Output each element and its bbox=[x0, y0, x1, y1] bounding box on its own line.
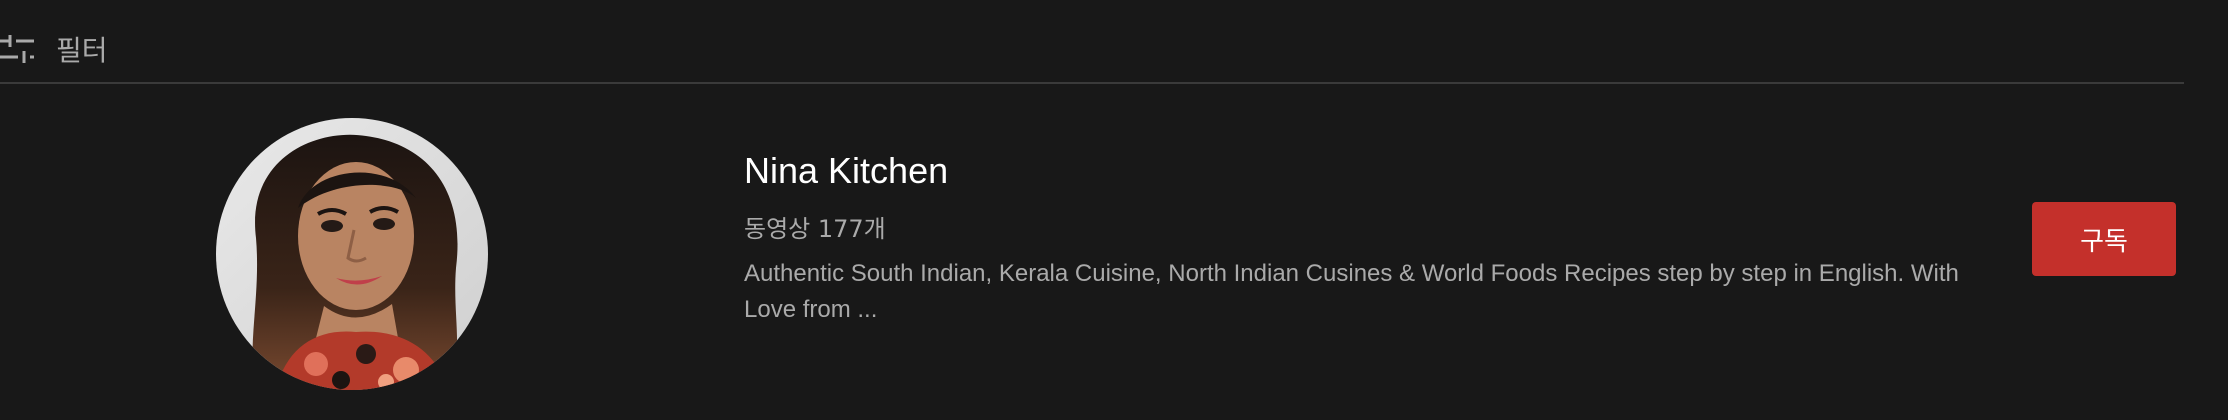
filter-button[interactable]: 필터 bbox=[0, 24, 108, 74]
channel-avatar[interactable] bbox=[216, 118, 488, 390]
sliders-icon bbox=[0, 35, 34, 63]
channel-name[interactable]: Nina Kitchen bbox=[744, 148, 1984, 194]
channel-result[interactable]: Nina Kitchen 동영상 177개 Authentic South In… bbox=[0, 118, 2228, 390]
channel-info: Nina Kitchen 동영상 177개 Authentic South In… bbox=[744, 148, 1984, 328]
filter-label: 필터 bbox=[56, 34, 108, 67]
filter-bar: 필터 bbox=[0, 0, 2184, 84]
video-count: 동영상 177개 bbox=[744, 215, 886, 243]
channel-description: Authentic South Indian, Kerala Cuisine, … bbox=[744, 260, 1959, 323]
subscribe-button[interactable]: 구독 bbox=[2032, 202, 2176, 276]
avatar-image bbox=[216, 118, 488, 390]
